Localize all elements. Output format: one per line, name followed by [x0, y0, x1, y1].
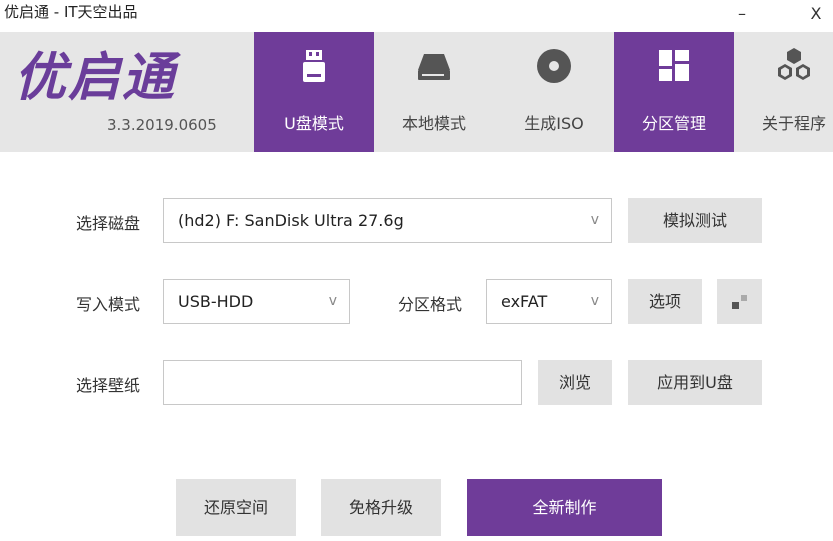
logo-area: 优启通 3.3.2019.0605 — [0, 32, 254, 152]
header-band: 优启通 3.3.2019.0605 U盘模式 本地模式 生成ISO 分区管理 关… — [0, 32, 833, 152]
small-squares-icon — [732, 295, 747, 309]
close-button[interactable]: X — [796, 0, 833, 32]
minimize-button[interactable]: – — [722, 0, 762, 32]
app-logo: 优启通 — [14, 48, 177, 108]
write-mode-value: USB-HDD — [178, 292, 254, 311]
write-mode-label: 写入模式 — [76, 295, 141, 314]
disc-icon — [537, 49, 571, 83]
tab-label: 关于程序 — [761, 114, 826, 133]
wallpaper-label: 选择壁纸 — [76, 376, 141, 395]
options-button[interactable]: 选项 — [628, 279, 702, 324]
hard-disk-icon — [418, 54, 450, 80]
partition-grid-icon — [659, 50, 689, 81]
restore-space-button[interactable]: 还原空间 — [176, 479, 296, 536]
title-bar: 优启通 - IT天空出品 – X — [0, 0, 833, 32]
tab-label: U盘模式 — [284, 114, 344, 133]
partition-format-label: 分区格式 — [398, 295, 463, 314]
chevron-down-icon: v — [328, 293, 337, 309]
tab-label: 分区管理 — [641, 114, 706, 133]
create-new-button[interactable]: 全新制作 — [467, 479, 662, 536]
upgrade-button[interactable]: 免格升级 — [321, 479, 441, 536]
window-title: 优启通 - IT天空出品 — [4, 3, 138, 21]
simulate-test-button[interactable]: 模拟测试 — [628, 198, 762, 243]
usb-drive-icon — [303, 50, 325, 82]
write-mode-select[interactable]: USB-HDD v — [163, 279, 350, 324]
chevron-down-icon: v — [590, 293, 599, 309]
tab-local-mode[interactable]: 本地模式 — [374, 32, 494, 152]
disk-select[interactable]: (hd2) F: SanDisk Ultra 27.6g v — [163, 198, 612, 243]
extra-options-button[interactable] — [717, 279, 762, 324]
partition-format-select[interactable]: exFAT v — [486, 279, 612, 324]
tab-usb-mode[interactable]: U盘模式 — [254, 32, 374, 152]
partition-format-value: exFAT — [501, 292, 548, 311]
tab-label: 生成ISO — [524, 114, 584, 133]
tab-create-iso[interactable]: 生成ISO — [494, 32, 614, 152]
disk-label: 选择磁盘 — [76, 214, 141, 233]
version-label: 3.3.2019.0605 — [107, 116, 217, 134]
apply-to-usb-button[interactable]: 应用到U盘 — [628, 360, 762, 405]
hexagons-icon — [778, 48, 810, 80]
wallpaper-input[interactable] — [163, 360, 522, 405]
chevron-down-icon: v — [590, 212, 599, 228]
tab-label: 本地模式 — [401, 114, 466, 133]
disk-select-value: (hd2) F: SanDisk Ultra 27.6g — [178, 211, 404, 230]
tab-about[interactable]: 关于程序 — [734, 32, 833, 152]
tab-partition-manager[interactable]: 分区管理 — [614, 32, 734, 152]
browse-button[interactable]: 浏览 — [538, 360, 612, 405]
